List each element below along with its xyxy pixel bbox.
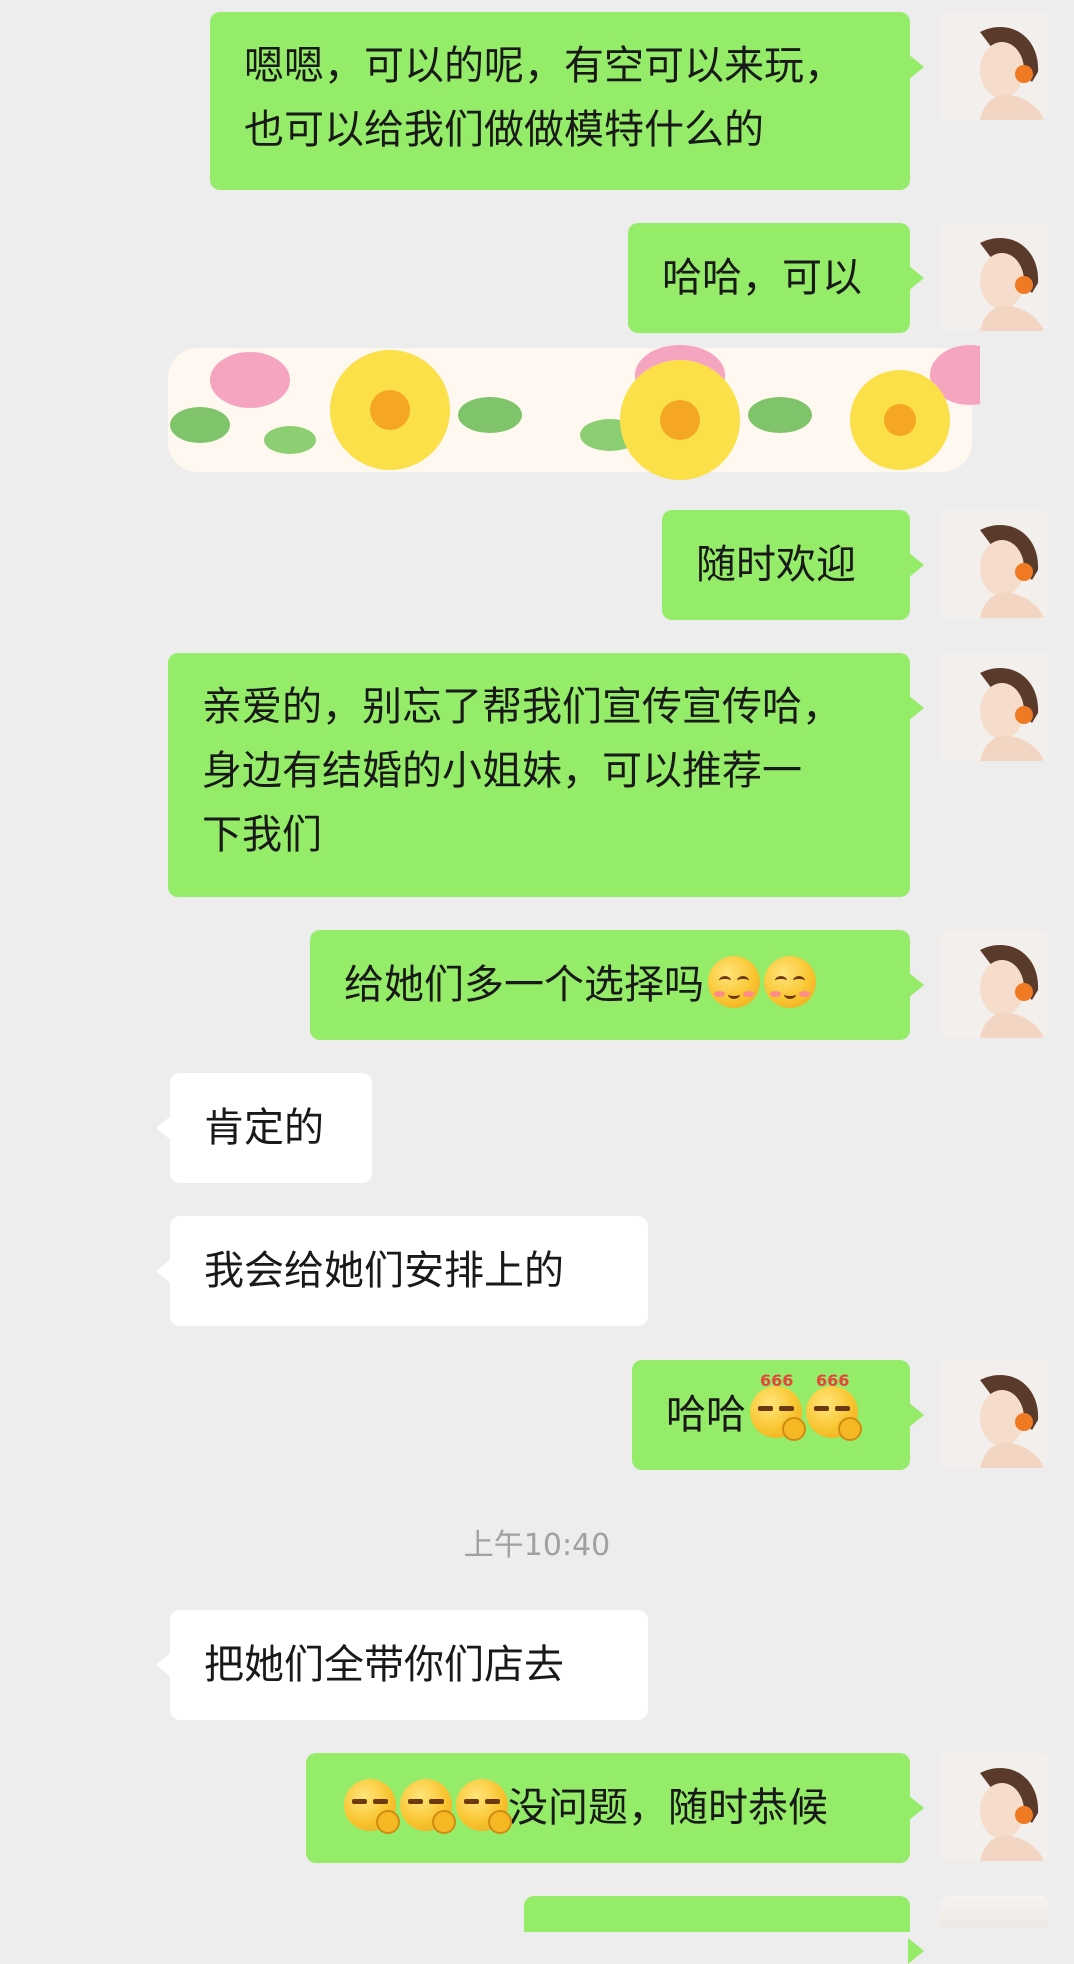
message-bubble-outgoing[interactable]: 随时欢迎 [662, 510, 924, 620]
user-avatar[interactable] [940, 223, 1048, 331]
666-smirk-emoji-icon [400, 1779, 456, 1834]
avatar-portrait-icon [940, 930, 1048, 1038]
message-text-line: 亲爱的，别忘了帮我们宣传宣传哈， [202, 684, 842, 730]
flower-sticker-icon [168, 345, 1010, 480]
avatar-portrait-icon [940, 1360, 1048, 1468]
avatar-portrait-icon [940, 12, 1048, 120]
message-text: 哈哈 [666, 1392, 746, 1438]
message-text: 给她们多一个选择吗 [344, 962, 704, 1008]
avatar-portrait-icon [940, 223, 1048, 331]
message-text: 随时欢迎 [696, 542, 856, 588]
message-text: 哈哈，可以 [662, 255, 862, 301]
message-timestamp: 上午10:40 [463, 1528, 611, 1563]
message-bubble-incoming[interactable]: 我会给她们安排上的 [156, 1216, 648, 1326]
user-avatar[interactable] [940, 930, 1048, 1038]
message-bubble-outgoing[interactable]: 亲爱的，别忘了帮我们宣传宣传哈， 身边有结婚的小姐妹，可以推荐一 下我们 [168, 653, 924, 897]
message-bubble-outgoing[interactable]: 哈哈，可以 [628, 223, 924, 333]
avatar-portrait-icon [940, 1753, 1048, 1861]
message-text-line: 身边有结婚的小姐妹，可以推荐一 [202, 748, 802, 794]
message-text: 把她们全带你们店去 [204, 1642, 564, 1688]
avatar-portrait-icon [940, 653, 1048, 761]
message-bubble-outgoing[interactable]: 没问题，随时恭候 [306, 1753, 924, 1863]
shy-face-emoji-icon [708, 956, 760, 1008]
666-smirk-emoji-icon [456, 1779, 512, 1834]
avatar-portrait-icon [940, 510, 1048, 618]
user-avatar[interactable] [940, 653, 1048, 761]
message-bubble-incoming[interactable]: 肯定的 [156, 1073, 372, 1183]
666-smirk-emoji-icon [344, 1779, 400, 1834]
message-text: 没问题，随时恭候 [508, 1785, 828, 1831]
shy-face-emoji-icon [764, 956, 816, 1008]
message-text: 肯定的 [204, 1105, 324, 1151]
user-avatar[interactable] [940, 510, 1048, 618]
message-bubble-outgoing[interactable]: 哈哈 666 666 [632, 1360, 924, 1470]
message-bubble-outgoing[interactable]: 嗯嗯，可以的呢，有空可以来玩， 也可以给我们做做模特什么的 [210, 12, 924, 190]
message-text-line: 嗯嗯，可以的呢，有空可以来玩， [244, 43, 844, 89]
user-avatar[interactable] [940, 1360, 1048, 1468]
666-smirk-emoji-icon: 666 [806, 1372, 862, 1441]
flower-sticker-strip [160, 340, 1010, 480]
666-smirk-emoji-icon: 666 [750, 1372, 806, 1441]
user-avatar-partial[interactable] [940, 1896, 1048, 1927]
message-text-line: 也可以给我们做做模特什么的 [244, 107, 764, 153]
message-text: 我会给她们安排上的 [204, 1248, 564, 1294]
message-bubble-incoming[interactable]: 把她们全带你们店去 [156, 1610, 648, 1720]
message-text-line: 下我们 [202, 812, 322, 858]
user-avatar[interactable] [940, 12, 1048, 120]
user-avatar[interactable] [940, 1753, 1048, 1861]
message-bubble-outgoing[interactable]: 给她们多一个选择吗 [310, 930, 924, 1040]
